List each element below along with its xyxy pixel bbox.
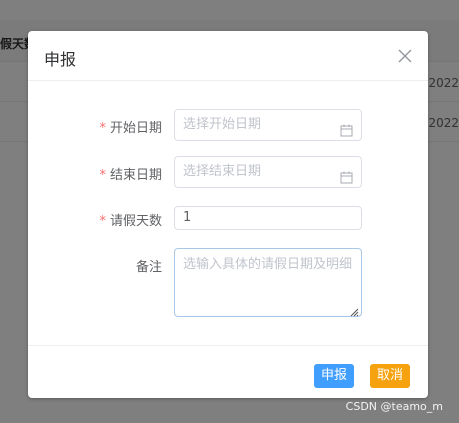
required-mark: * [99, 121, 106, 136]
close-icon[interactable] [398, 48, 412, 63]
dialog-footer: 申报 取消 [28, 345, 428, 398]
remark-label: 备注 [135, 260, 162, 275]
dialog-title: 申报 [44, 50, 77, 69]
cancel-button[interactable]: 取消 [369, 364, 410, 388]
end-date-label: * 结束日期 [99, 164, 162, 183]
leave-days-label: * 请假天数 [99, 210, 162, 229]
remark-textarea[interactable]: 选输入具体的请假日期及明细 [174, 248, 362, 317]
end-date-input[interactable]: 选择结束日期 [174, 156, 362, 188]
start-date-placeholder: 选择开始日期 [183, 117, 262, 132]
leave-days-input[interactable]: 1 [174, 206, 362, 230]
submit-button[interactable]: 申报 [313, 364, 354, 388]
calendar-icon[interactable] [340, 119, 353, 137]
required-mark: * [99, 214, 106, 229]
start-date-label: * 开始日期 [99, 117, 162, 136]
start-date-input[interactable]: 选择开始日期 [174, 109, 362, 141]
end-date-placeholder: 选择结束日期 [183, 164, 262, 179]
required-mark: * [99, 168, 106, 183]
end-date-label-text: 结束日期 [109, 168, 162, 183]
apply-dialog: 申报 * 开始日期 选择开始日期 * 结束日期 选择结束日期 * 请假天数 1 … [28, 31, 428, 398]
remark-placeholder: 选输入具体的请假日期及明细 [183, 257, 353, 272]
calendar-icon[interactable] [340, 166, 353, 184]
watermark: CSDN @teamo_m [345, 400, 443, 413]
start-date-label-text: 开始日期 [109, 121, 162, 136]
resize-handle-icon[interactable] [349, 304, 359, 317]
dialog-header: 申报 [28, 31, 428, 81]
leave-days-label-text: 请假天数 [109, 214, 162, 229]
leave-days-value: 1 [183, 210, 192, 225]
